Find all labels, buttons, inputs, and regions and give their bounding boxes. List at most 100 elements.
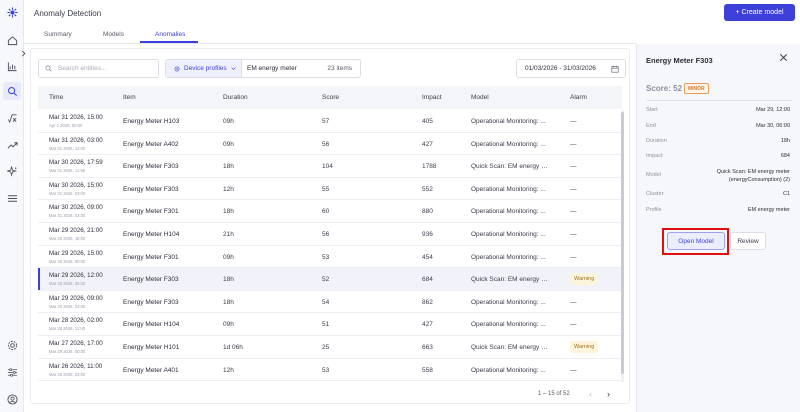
settings-icon[interactable] [6, 339, 18, 351]
date-range-value: 01/03/2026 - 31/03/2026 [525, 65, 596, 72]
table-row[interactable]: Mar 27 2026, 17:00 Mar 29 2026, 00:00 Ener… [38, 336, 622, 359]
tab-summary[interactable]: Summary [44, 31, 72, 38]
end-time-cell: Mar 30 2026, 18:00 [49, 236, 86, 241]
search-input[interactable]: Search entities... [38, 59, 159, 78]
item-cell: Energy Meter H104 [123, 231, 180, 238]
alarm-warning-badge: Warning [570, 341, 599, 353]
impact-cell: 862 [422, 298, 433, 306]
model-cell: Quick Scan: EM energy me... [471, 163, 549, 171]
duration-cell: 18h [223, 276, 234, 284]
impact-cell: 454 [422, 253, 433, 261]
col-model[interactable]: Model [471, 94, 489, 101]
tab-models[interactable]: Models [103, 31, 124, 38]
tab-active-indicator [140, 41, 198, 43]
col-duration[interactable]: Duration [223, 94, 248, 101]
end-time-cell: Mar 29 2026, 00:00 [49, 349, 86, 354]
date-range-picker[interactable]: 01/03/2026 - 31/03/2026 [516, 59, 626, 78]
trend-icon[interactable] [6, 139, 18, 151]
scrollbar-thumb[interactable] [621, 112, 624, 374]
duration-cell: 1d 06h [223, 344, 243, 351]
open-model-button[interactable]: Open Model [667, 232, 725, 250]
score-cell: 54 [322, 298, 330, 306]
end-time-cell: Mar 26 2026, 23:00 [49, 371, 86, 377]
time-cell: Mar 26 2026, 11:00 [49, 362, 103, 370]
rail-expand-chevron-icon[interactable] [18, 48, 28, 58]
item-cell: Energy Meter A401 [123, 366, 179, 374]
impact-cell: 552 [422, 185, 433, 193]
end-time-cell: Mar 31 2026, 03:00 [49, 190, 86, 196]
impact-cell: 663 [422, 344, 433, 351]
model-cell: Operational Monitoring: ... [471, 118, 546, 125]
panel-field-label: Cluster [646, 191, 664, 197]
device-profile-filter[interactable]: Device profiles EM energy meter 23 items [165, 59, 361, 78]
table-row[interactable]: Mar 29 2026, 15:00 Mar 30 2026, 00:00 Ener… [38, 246, 622, 269]
model-cell: Operational Monitoring: ... [471, 231, 546, 238]
table-row[interactable]: Mar 29 2026, 09:00 Mar 30 2026, 03:00 Ener… [38, 291, 622, 314]
end-time-cell: Apr 1 2026, 00:00 [49, 123, 83, 128]
col-score[interactable]: Score [322, 94, 339, 101]
score-cell: 56 [322, 140, 330, 148]
model-cell: Operational Monitoring: ... [471, 366, 546, 374]
panel-score: Score: 52 [646, 84, 683, 93]
time-cell: Mar 30 2026, 15:00 [49, 181, 103, 189]
col-impact[interactable]: Impact [422, 94, 442, 101]
table-row[interactable]: Mar 30 2026, 15:00 Mar 31 2026, 03:00 Ener… [38, 178, 622, 201]
panel-field-value: EM energy meter [747, 207, 790, 213]
duration-cell: 18h [223, 208, 234, 216]
alarm-cell: — [570, 298, 577, 306]
time-cell: Mar 27 2026, 17:00 [49, 340, 103, 347]
table-row[interactable]: Mar 26 2026, 11:00 Mar 26 2026, 23:00 Ener… [38, 359, 622, 382]
time-cell: Mar 30 2026, 09:00 [49, 204, 103, 212]
panel-field-label: Profile [646, 207, 662, 213]
alarm-cell: — [570, 208, 577, 216]
user-icon[interactable] [6, 393, 18, 405]
item-cell: Energy Meter F303 [123, 163, 179, 171]
function-icon[interactable] [6, 112, 18, 124]
logo-icon[interactable] [6, 6, 18, 18]
score-cell: 55 [322, 185, 330, 193]
table-row[interactable]: Mar 30 2026, 17:59 Mar 31 2026, 11:59 Ener… [38, 155, 622, 178]
model-cell: Operational Monitoring: ... [471, 298, 546, 306]
impact-cell: 880 [422, 208, 433, 216]
col-alarm[interactable]: Alarm [570, 94, 587, 101]
search-icon[interactable] [3, 82, 21, 100]
col-time[interactable]: Time [49, 94, 63, 101]
duration-cell: 12h [223, 185, 234, 193]
create-model-button[interactable]: + Create model [724, 4, 795, 21]
prev-page-icon[interactable]: ‹ [589, 389, 599, 399]
tab-anomalies[interactable]: Anomalies [155, 31, 185, 38]
panel-field-value: Mar 30, 06:00 [756, 123, 790, 129]
next-page-icon[interactable]: › [607, 389, 617, 399]
end-time-cell: Mar 28 2026, 11:00 [49, 326, 86, 332]
sparkle-icon[interactable] [6, 165, 18, 177]
items-count: 23 items [327, 65, 352, 72]
impact-cell: 1788 [422, 163, 437, 171]
close-icon[interactable] [779, 53, 789, 63]
table-row[interactable]: Mar 29 2026, 12:00 Mar 30 2026, 06:00 Ener… [38, 268, 622, 291]
device-profiles-dropdown[interactable]: Device profiles [166, 60, 242, 77]
menu-icon[interactable] [6, 192, 18, 204]
duration-cell: 18h [223, 298, 234, 306]
review-button[interactable]: Review [730, 232, 766, 250]
alarm-warning-badge: Warning [570, 273, 599, 286]
col-item[interactable]: Item [123, 94, 136, 101]
item-cell: Energy Meter H104 [123, 321, 180, 329]
table-row[interactable]: Mar 31 2026, 03:00 Mar 31 2026, 12:00 Ener… [38, 133, 622, 156]
home-icon[interactable] [6, 34, 18, 46]
sliders-icon[interactable] [6, 366, 18, 378]
table-row[interactable]: Mar 30 2026, 09:00 Mar 31 2026, 03:00 Ener… [38, 200, 622, 223]
table-row[interactable]: Mar 28 2026, 02:00 Mar 28 2026, 11:00 Ener… [38, 313, 622, 336]
score-cell: 53 [322, 253, 330, 261]
duration-cell: 09h [223, 253, 234, 261]
model-cell: Operational Monitoring: ... [471, 208, 546, 216]
chart-icon[interactable] [6, 60, 18, 72]
impact-cell: 405 [422, 118, 433, 125]
duration-cell: 21h [223, 231, 234, 238]
item-cell: Energy Meter F303 [123, 298, 179, 306]
end-time-cell: Mar 30 2026, 00:00 [49, 258, 86, 264]
item-cell: Energy Meter F301 [123, 208, 179, 216]
table-row[interactable]: Mar 31 2026, 15:00 Apr 1 2026, 00:00 Energ… [38, 110, 622, 133]
table-row[interactable]: Mar 29 2026, 21:00 Mar 30 2026, 18:00 Ener… [38, 223, 622, 246]
item-cell: Energy Meter A402 [123, 140, 179, 148]
score-cell: 53 [322, 366, 330, 374]
